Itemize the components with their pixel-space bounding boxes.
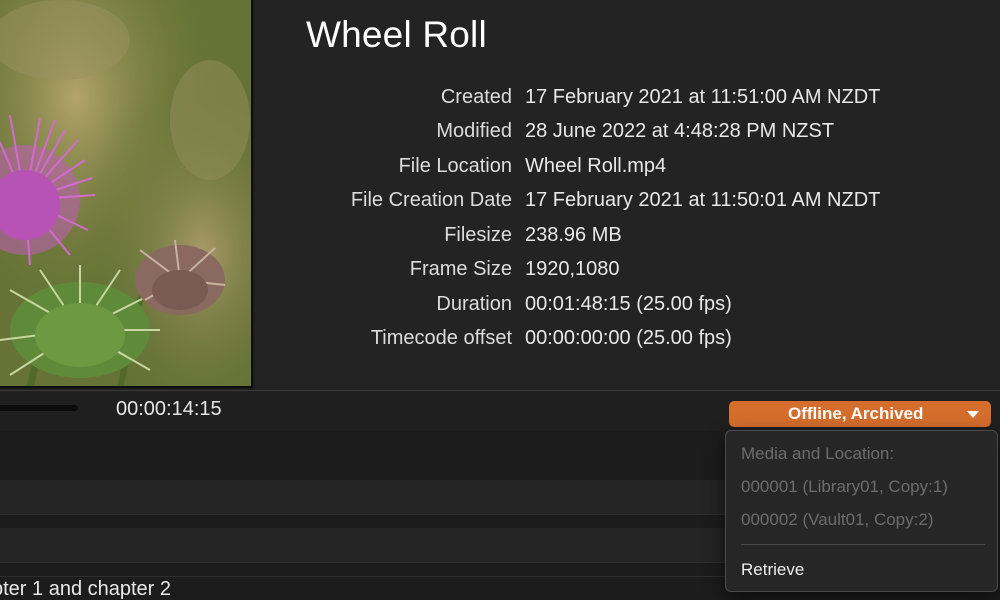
metadata-label: Frame Size	[409, 258, 512, 280]
metadata-row-timecode-offset: Timecode offset 00:00:00:00 (25.00 fps)	[255, 327, 1000, 361]
menu-separator	[741, 544, 985, 545]
metadata-value: 00:01:48:15 (25.00 fps)	[525, 292, 732, 315]
scrubber-track[interactable]	[0, 405, 78, 411]
metadata-label: Filesize	[444, 223, 512, 246]
metadata-value: 17 February 2021 at 11:51:00 AM NZDT	[525, 86, 881, 108]
metadata-row-duration: Duration 00:01:48:15 (25.00 fps)	[255, 293, 1000, 327]
metadata-value: 1920,1080	[525, 258, 620, 280]
row-divider	[0, 514, 725, 515]
metadata-label: File Creation Date	[350, 189, 512, 211]
metadata-label: Created	[440, 86, 512, 108]
menu-header: Media and Location:	[741, 444, 895, 463]
current-timecode: 00:00:14:15	[116, 398, 222, 420]
list-row-text: pter 1 and chapter 2	[0, 578, 172, 600]
chevron-down-icon	[967, 411, 979, 418]
row-divider	[0, 562, 725, 563]
menu-item-location-1: 000001 (Library01, Copy:1)	[741, 477, 948, 496]
row-divider	[0, 576, 725, 577]
status-label: Offline, Archived	[788, 404, 924, 423]
metadata-value: 28 June 2022 at 4:48:28 PM NZST	[525, 120, 835, 142]
metadata-row-filesize: Filesize 238.96 MB	[255, 224, 1000, 258]
clip-thumbnail	[0, 0, 253, 388]
status-menu: Media and Location: 000001 (Library01, C…	[725, 430, 998, 592]
metadata-label: Duration	[436, 292, 512, 315]
menu-item-location-2: 000002 (Vault01, Copy:2)	[741, 510, 934, 529]
metadata-row-file-creation-date: File Creation Date 17 February 2021 at 1…	[255, 189, 1000, 223]
metadata-value: 238.96 MB	[525, 223, 622, 246]
metadata-label: Timecode offset	[370, 327, 512, 349]
thistle-flower-thumbnail	[0, 0, 251, 386]
metadata-label: File Location	[398, 154, 512, 177]
metadata-row-created: Created 17 February 2021 at 11:51:00 AM …	[255, 86, 1000, 120]
metadata-row-file-location: File Location Wheel Roll.mp4	[255, 155, 1000, 189]
metadata-value: Wheel Roll.mp4	[525, 154, 667, 177]
metadata-value: 00:00:00:00 (25.00 fps)	[525, 327, 732, 349]
metadata-label: Modified	[436, 120, 512, 142]
metadata-row-modified: Modified 28 June 2022 at 4:48:28 PM NZST	[255, 120, 1000, 154]
list-row[interactable]	[0, 480, 725, 514]
metadata-value: 17 February 2021 at 11:50:01 AM NZDT	[525, 189, 881, 211]
list-row[interactable]	[0, 528, 725, 562]
status-dropdown-button[interactable]: Offline, Archived	[729, 401, 991, 427]
metadata-row-frame-size: Frame Size 1920,1080	[255, 258, 1000, 292]
menu-item-retrieve[interactable]: Retrieve	[741, 560, 804, 580]
clip-title: Wheel Roll	[306, 14, 487, 55]
